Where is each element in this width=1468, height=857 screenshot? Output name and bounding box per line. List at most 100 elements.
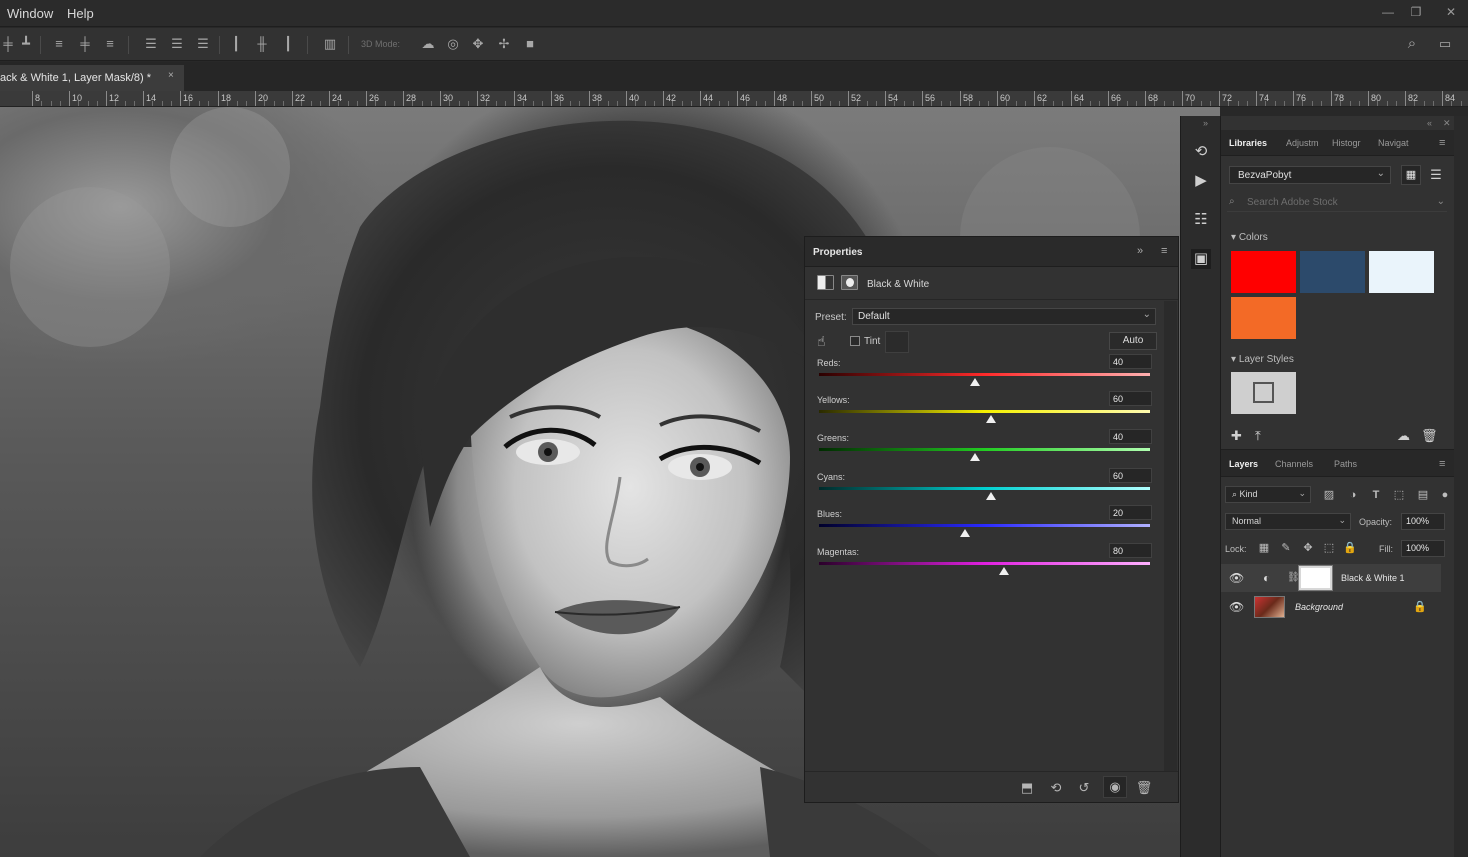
align-top-edges-icon[interactable]: ╪ [0, 37, 16, 51]
close-tab-icon[interactable]: × [168, 70, 174, 81]
trash-icon[interactable]: 🗑 [1135, 780, 1153, 796]
align-horizontal-centers-icon[interactable]: ≡ [102, 37, 118, 51]
pan-3d-icon[interactable]: ✥ [470, 37, 486, 51]
slider-track[interactable] [819, 487, 1150, 490]
layer-thumbnail[interactable] [1254, 596, 1285, 618]
visibility-icon[interactable]: ◉ [1103, 776, 1127, 798]
slider-track[interactable] [819, 410, 1150, 413]
distribute-right-icon[interactable]: ▥ [322, 37, 338, 51]
history-icon[interactable]: ⟲ [1191, 142, 1211, 162]
document-tab[interactable]: ack & White 1, Layer Mask/8) * [0, 65, 184, 91]
view-previous-icon[interactable]: ⟲ [1047, 780, 1065, 796]
eye-icon[interactable]: 👁 [1229, 571, 1244, 585]
align-left-edges-icon[interactable]: ╪ [77, 37, 93, 51]
slider-thumb[interactable] [986, 492, 996, 500]
type-filter-icon[interactable]: T [1368, 487, 1384, 503]
tab-libraries[interactable]: Libraries [1229, 138, 1267, 148]
adjustment-filter-icon[interactable]: ◑ [1345, 487, 1361, 503]
color-swatch[interactable] [1300, 251, 1365, 293]
slider-thumb[interactable] [970, 378, 980, 386]
chain-link-icon[interactable]: ⛓ [1287, 572, 1300, 583]
distribute-left-icon[interactable]: ╫ [254, 37, 270, 51]
collapse-icon[interactable]: « [1427, 118, 1432, 128]
scale-3d-icon[interactable]: ■ [522, 37, 538, 51]
color-swatch[interactable] [1231, 251, 1296, 293]
clip-to-layer-icon[interactable]: ⬒ [1018, 780, 1036, 796]
grid-view-icon[interactable]: ▦ [1401, 165, 1421, 185]
tab-channels[interactable]: Channels [1275, 459, 1313, 469]
slider-value-input[interactable]: 80 [1109, 543, 1152, 558]
stock-search-input[interactable]: ⌕ Search Adobe Stock ⌄ [1227, 194, 1447, 212]
filter-toggle-icon[interactable]: ● [1437, 487, 1453, 503]
close-icon[interactable]: ✕ [1440, 3, 1462, 21]
lock-image-icon[interactable]: ✎ [1279, 541, 1293, 555]
slider-thumb[interactable] [999, 567, 1009, 575]
auto-button[interactable]: Auto [1109, 332, 1157, 350]
layer-filter-kind[interactable]: ⌕ Kind ⌄ [1225, 486, 1311, 503]
properties-dock-icon[interactable]: ▣ [1191, 249, 1211, 269]
expand-dock-icon[interactable]: » [1203, 118, 1208, 128]
collapse-panel-icon[interactable]: » [1137, 245, 1143, 257]
slider-value-input[interactable]: 60 [1109, 468, 1152, 483]
roll-3d-icon[interactable]: ◎ [445, 37, 461, 51]
shape-filter-icon[interactable]: ⬚ [1391, 487, 1407, 503]
workspace-icon[interactable]: ▭ [1437, 37, 1453, 51]
slider-thumb[interactable] [970, 453, 980, 461]
slide-3d-icon[interactable]: ✢ [496, 37, 512, 51]
search-icon[interactable]: ⌕ [1404, 36, 1420, 51]
panel-menu-icon[interactable]: ≡ [1439, 458, 1445, 470]
colors-heading[interactable]: ▾ Colors [1231, 232, 1268, 243]
close-panel-icon[interactable]: ✕ [1443, 118, 1451, 129]
reset-icon[interactable]: ↺ [1075, 780, 1093, 796]
align-right-edges-icon[interactable]: ☰ [143, 37, 159, 51]
slider-track[interactable] [819, 373, 1150, 376]
tab-layers[interactable]: Layers [1229, 459, 1258, 469]
eye-icon[interactable]: 👁 [1229, 600, 1244, 614]
color-swatch[interactable] [1369, 251, 1434, 293]
slider-thumb[interactable] [986, 415, 996, 423]
library-select[interactable]: BezvaPobyt ⌄ [1229, 166, 1391, 184]
actions-play-icon[interactable]: ▶ [1191, 171, 1211, 191]
distribute-hcenter-icon[interactable]: ┃ [280, 37, 296, 51]
slider-track[interactable] [819, 448, 1150, 451]
lock-all-icon[interactable]: 🔒 [1343, 541, 1357, 555]
distribute-top-icon[interactable]: ☰ [169, 37, 185, 51]
right-panel-scrollbar[interactable] [1454, 116, 1468, 857]
tab-paths[interactable]: Paths [1334, 459, 1357, 469]
slider-track[interactable] [819, 524, 1150, 527]
panel-menu-icon[interactable]: ≡ [1439, 137, 1445, 149]
trash-icon[interactable]: 🗑 [1421, 428, 1438, 444]
distribute-vcenter-icon[interactable]: ☰ [195, 37, 211, 51]
upload-icon[interactable]: ⤒ [1255, 428, 1261, 444]
tab-histogram[interactable]: Histogr [1332, 138, 1372, 148]
lock-transparent-icon[interactable]: ▦ [1257, 541, 1271, 555]
slider-value-input[interactable]: 40 [1109, 429, 1152, 444]
pixel-filter-icon[interactable]: ▨ [1321, 487, 1337, 503]
mask-icon[interactable] [841, 275, 858, 290]
tint-color-swatch[interactable] [885, 331, 909, 353]
layer-row[interactable]: 👁 ◐ ⛓ Black & White 1 [1221, 564, 1441, 592]
add-icon[interactable]: ✚ [1231, 428, 1242, 444]
cloud-sync-icon[interactable]: ☁ [1397, 428, 1410, 444]
slider-value-input[interactable]: 20 [1109, 505, 1152, 520]
adjustment-icon[interactable] [817, 275, 834, 290]
layer-row[interactable]: 👁 Background 🔒 [1221, 593, 1441, 621]
layer-mask-thumbnail[interactable] [1298, 565, 1333, 591]
slider-value-input[interactable]: 60 [1109, 391, 1152, 406]
lock-position-icon[interactable]: ✥ [1301, 541, 1315, 555]
align-bottom-edges-icon[interactable]: ≡ [51, 37, 67, 51]
layer-style-thumbnail[interactable] [1231, 372, 1296, 414]
list-view-icon[interactable]: ☰ [1426, 165, 1446, 185]
orbit-3d-icon[interactable]: ☁ [420, 37, 436, 51]
character-icon[interactable]: ☷ [1191, 210, 1211, 230]
properties-header[interactable]: Properties » ≡ [805, 237, 1178, 267]
opacity-input[interactable]: 100%⌄ [1401, 513, 1460, 530]
slider-thumb[interactable] [960, 529, 970, 537]
preset-select[interactable]: Default ⌄ [852, 308, 1156, 325]
slider-track[interactable] [819, 562, 1150, 565]
minimize-icon[interactable]: — [1377, 3, 1399, 21]
slider-value-input[interactable]: 40 [1109, 354, 1152, 369]
tab-navigator[interactable]: Navigat [1378, 138, 1418, 148]
menu-help[interactable]: Help [67, 6, 94, 21]
smart-object-filter-icon[interactable]: ▤ [1415, 487, 1431, 503]
